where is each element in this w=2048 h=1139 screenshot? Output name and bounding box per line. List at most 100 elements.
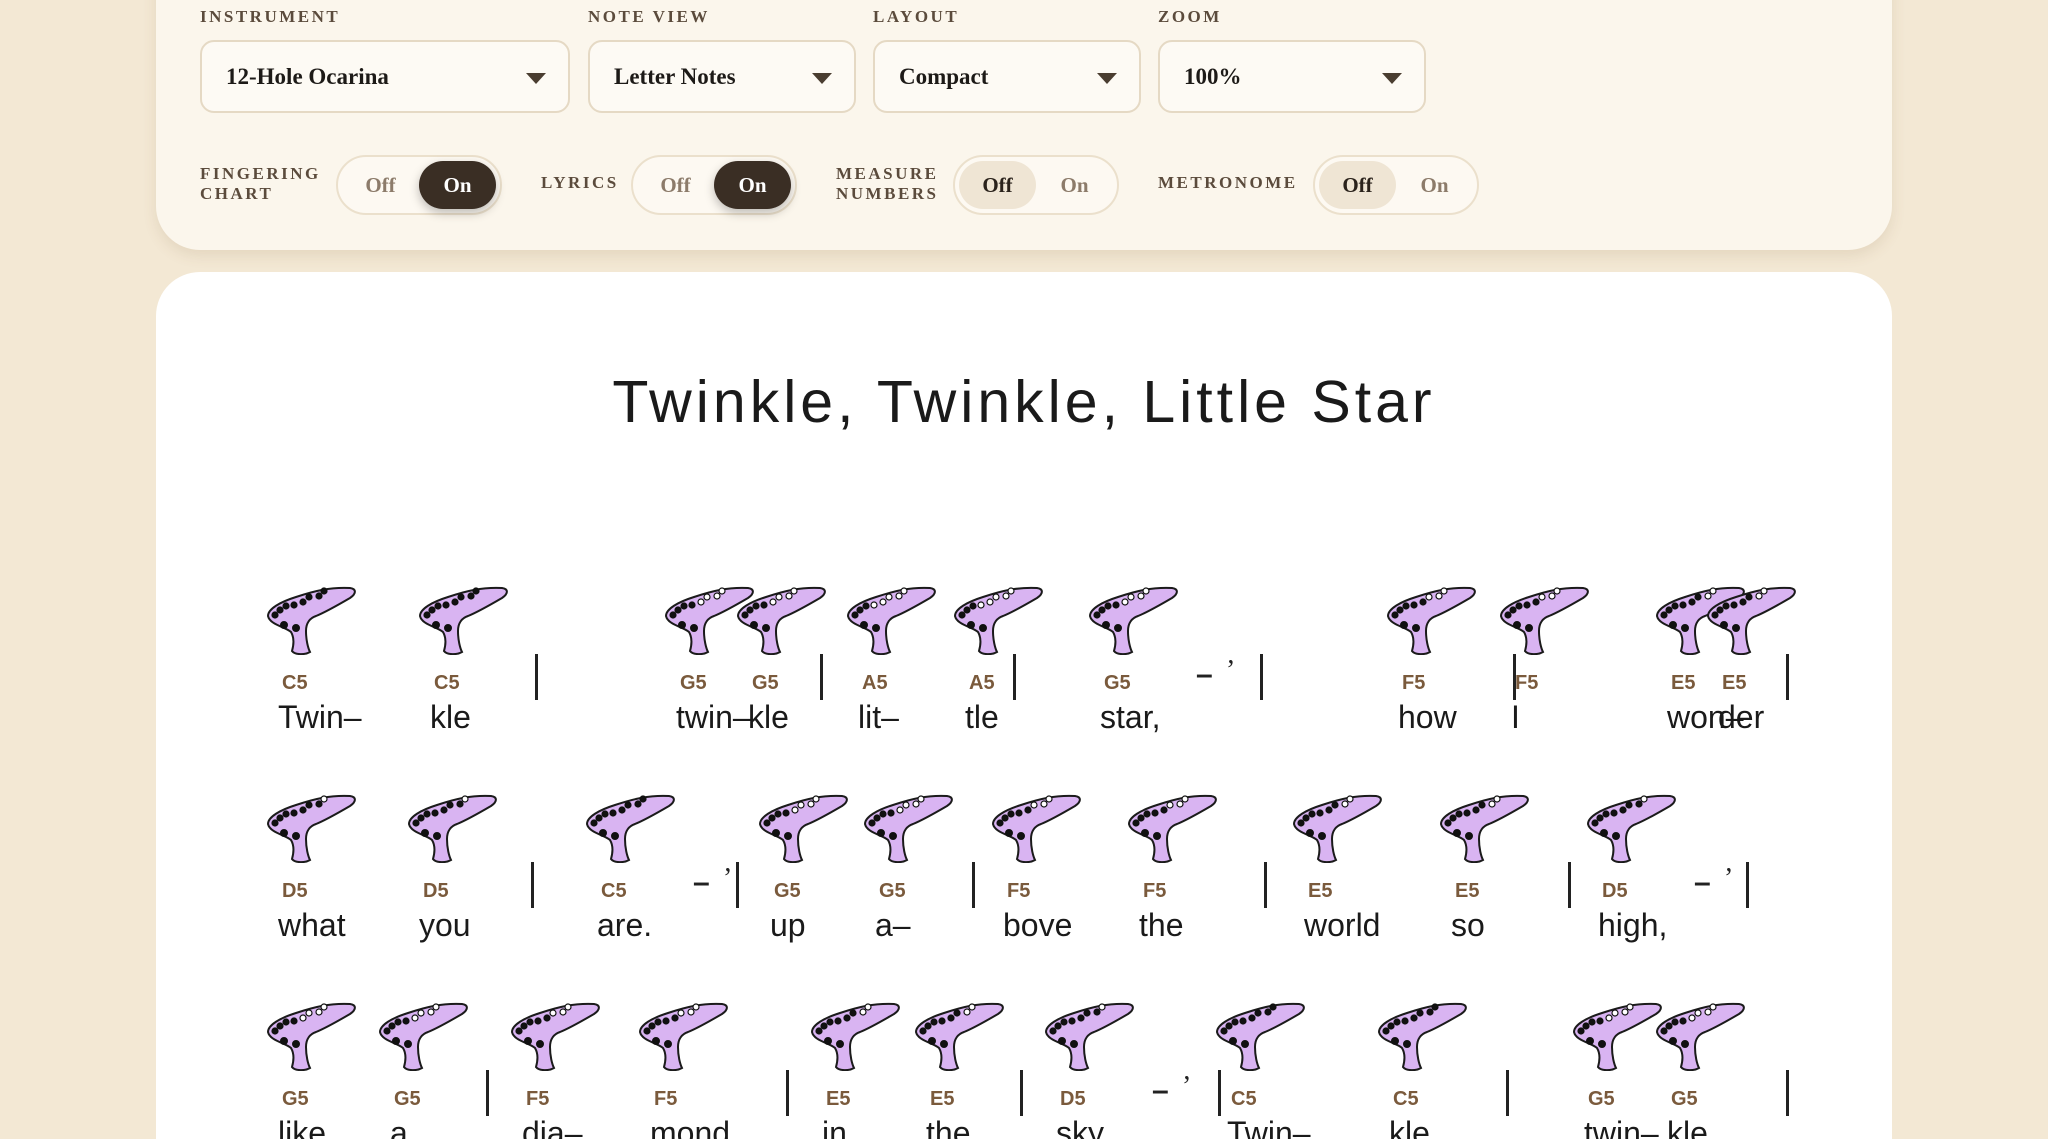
ocarina-hole [280, 620, 289, 629]
note-view-select[interactable]: Letter Notes [588, 40, 856, 113]
note-letter: E5 [826, 1088, 851, 1110]
ocarina-hole [1083, 1009, 1091, 1017]
bar-line [1786, 1070, 1789, 1116]
note-letter: E5 [1455, 880, 1480, 902]
ocarina-hole [595, 814, 603, 822]
fingering-off-option[interactable]: Off [342, 161, 419, 209]
lyric-syllable: kle [748, 699, 789, 735]
metronome-on-option[interactable]: On [1396, 161, 1473, 209]
ocarina-hole [1231, 1018, 1239, 1026]
ocarina-hole [643, 1027, 651, 1035]
ocarina-hole [1681, 623, 1690, 632]
ocarina-hole [849, 1009, 857, 1017]
ocarina-hole [590, 819, 598, 827]
ocarina-hole [887, 809, 895, 817]
ocarina-hole [1504, 611, 1512, 619]
lyric-syllable: in [822, 1115, 847, 1139]
ocarina-hole [624, 801, 632, 809]
ocarina-hole [674, 606, 682, 614]
zoom-select[interactable]: 100% [1158, 40, 1426, 113]
ocarina-hole [870, 601, 878, 609]
rest-dash: – [693, 866, 710, 899]
lyric-syllable: dia– [522, 1115, 583, 1139]
ocarina-hole [1660, 611, 1668, 619]
measure-on-option[interactable]: On [1036, 161, 1113, 209]
ocarina-hole [444, 623, 453, 632]
note-letter: G5 [1671, 1088, 1698, 1110]
ocarina-fingering-icon [914, 1002, 1004, 1072]
ocarina-hole [1431, 1003, 1439, 1011]
ocarina-fingering-icon [638, 1002, 728, 1072]
lyric-syllable: I [1511, 699, 1520, 735]
ocarina-hole [1515, 602, 1523, 610]
ocarina-hole [677, 1009, 685, 1017]
note-letter: D5 [282, 880, 308, 902]
ocarina-hole [1600, 828, 1609, 837]
ocarina-hole [1325, 806, 1333, 814]
ocarina-hole [969, 602, 977, 610]
layout-select[interactable]: Compact [873, 40, 1141, 113]
ocarina-hole [299, 598, 307, 606]
ocarina-hole [963, 1008, 971, 1016]
note-letter: E5 [1308, 880, 1333, 902]
ocarina-hole [472, 587, 480, 595]
ocarina-hole [417, 814, 425, 822]
ocarina-hole [383, 1027, 391, 1035]
ocarina-hole [879, 810, 887, 818]
ocarina-hole [1410, 601, 1418, 609]
lyric-syllable: bove [1003, 907, 1073, 943]
lyrics-off-option[interactable]: Off [637, 161, 714, 209]
ocarina-hole [320, 795, 328, 803]
ocarina-hole [1346, 795, 1354, 803]
ocarina-hole [713, 592, 721, 600]
ocarina-hole [1098, 1003, 1106, 1011]
note-letter: G5 [879, 880, 906, 902]
fingering-on-option[interactable]: On [419, 161, 496, 209]
lyrics-toggle[interactable]: Off On [631, 155, 797, 215]
ocarina-hole [461, 795, 469, 803]
fingering-chart-toggle[interactable]: Off On [336, 155, 502, 215]
ocarina-hole [1015, 809, 1023, 817]
measure-numbers-toggle[interactable]: Off On [953, 155, 1119, 215]
bar-line [531, 862, 534, 908]
ocarina-hole [1425, 593, 1433, 601]
ocarina-hole [282, 810, 290, 818]
caret-down-icon [526, 73, 546, 84]
ocarina-hole [1007, 587, 1015, 595]
metronome-off-option[interactable]: Off [1319, 161, 1396, 209]
instrument-select[interactable]: 12-Hole Ocarina [200, 40, 570, 113]
ocarina-hole [440, 806, 448, 814]
bar-line [1264, 862, 1267, 908]
ocarina-hole [618, 806, 626, 814]
ocarina-hole [1669, 620, 1678, 629]
ocarina-hole [1045, 795, 1053, 803]
note-letter: G5 [1104, 672, 1131, 694]
ocarina-hole [648, 1022, 656, 1030]
note-letter: G5 [752, 672, 779, 694]
ocarina-hole [1400, 620, 1409, 629]
ocarina-hole [782, 809, 790, 817]
metronome-toggle[interactable]: Off On [1313, 155, 1479, 215]
measure-label-line2: NUMBERS [836, 184, 939, 203]
ocarina-hole [1068, 1017, 1076, 1025]
ocarina-hole [996, 819, 1004, 827]
bar-line [736, 862, 739, 908]
ocarina-hole [1755, 592, 1763, 600]
ocarina-hole [1453, 828, 1462, 837]
ocarina-hole [680, 602, 688, 610]
ocarina-fingering-icon [1586, 794, 1676, 864]
ocarina-hole [423, 810, 431, 818]
measure-off-option[interactable]: Off [959, 161, 1036, 209]
ocarina-hole [1720, 620, 1729, 629]
ocarina-hole [856, 606, 864, 614]
lyric-syllable: a– [875, 907, 911, 943]
lyrics-on-option[interactable]: On [714, 161, 791, 209]
note-letter: D5 [1602, 880, 1628, 902]
lyric-syllable: like [278, 1115, 327, 1139]
ocarina-hole [1054, 1022, 1062, 1030]
ocarina-hole [958, 611, 966, 619]
ocarina-hole [611, 831, 620, 840]
ocarina-fingering-icon [863, 794, 953, 864]
ocarina-hole [1538, 593, 1546, 601]
ocarina-hole [1017, 831, 1026, 840]
